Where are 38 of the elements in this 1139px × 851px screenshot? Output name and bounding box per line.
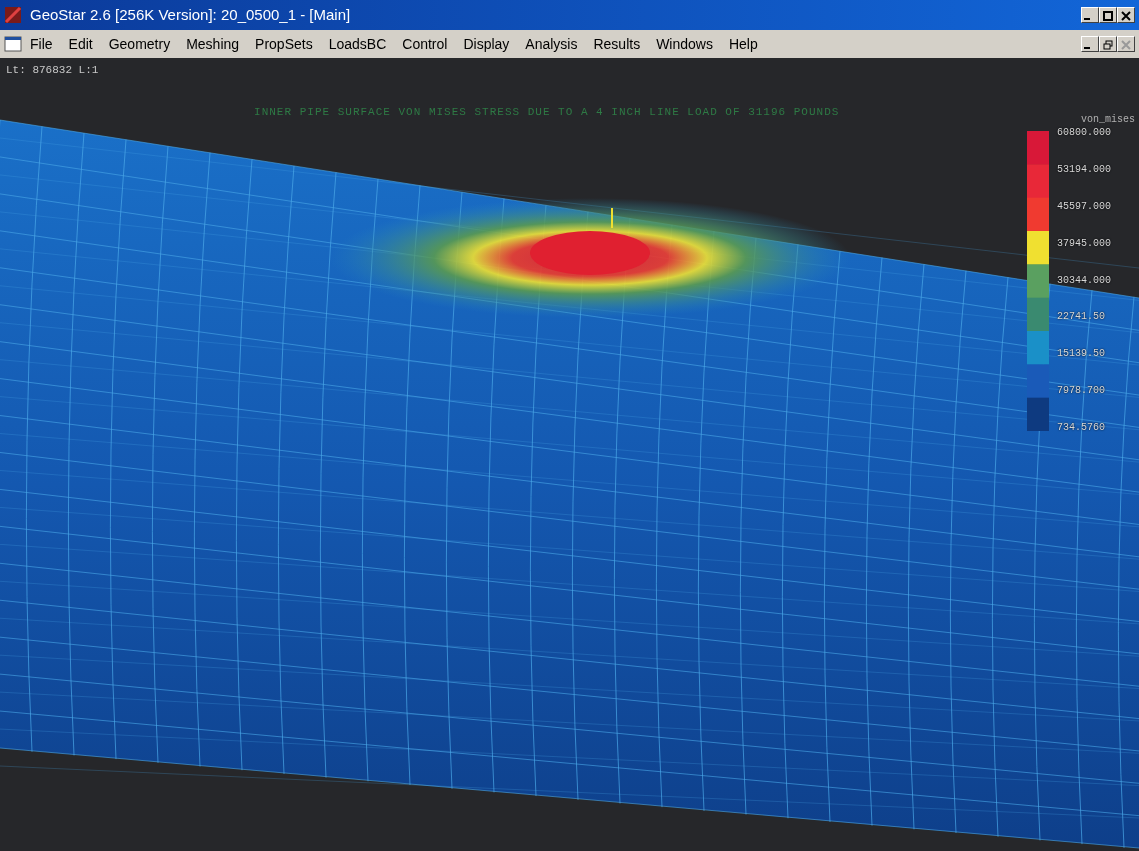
menu-item[interactable]: LoadsBC [320,33,395,55]
menu-item[interactable]: PropSets [247,33,321,55]
maximize-button[interactable] [1099,7,1117,23]
legend-value: 37945.000 [1057,236,1112,251]
status-line: Lt: 876832 L:1 [6,63,99,78]
legend-value: 30344.000 [1057,273,1112,288]
legend-value: 15139.50 [1057,347,1106,362]
maximize-icon [1103,10,1113,21]
restore-button[interactable] [1099,36,1117,52]
menu-item[interactable]: Display [455,33,518,55]
menu-item[interactable]: Meshing [178,33,248,55]
close-icon [1121,10,1131,21]
minimize-icon [1084,18,1090,20]
app-icon [4,6,22,24]
document-icon[interactable] [4,35,22,53]
plot-title: INNER PIPE SURFACE VON MISES STRESS DUE TO A 4 INCH LINE LOAD OF 31196 POUNDS [254,105,840,120]
menu-item[interactable]: Results [585,33,649,55]
minimize-button[interactable] [1081,7,1099,23]
restore-icon [1103,39,1113,50]
window-title: GeoStar 2.6 [256K Version]: 20_0500_1 - [Main] [30,4,352,25]
close-button[interactable] [1117,7,1135,23]
menu-item[interactable]: Geometry [100,33,179,55]
menu-item[interactable]: Control [394,33,456,55]
legend-value: 7978.700 [1057,384,1106,399]
legend-value: 60800.000 [1057,126,1112,140]
menu-item[interactable]: File [22,33,61,55]
menu-item[interactable]: Analysis [517,33,586,55]
close-icon [1121,39,1131,50]
legend-value: 22741.50 [1057,310,1106,325]
legend-value: 53194.000 [1057,162,1112,177]
minimize-icon [1084,47,1090,49]
menu-item[interactable]: Help [720,33,766,55]
legend-value: 734.5760 [1057,421,1106,435]
legend-title: von_mises [1080,113,1135,127]
menu-item[interactable]: Edit [60,33,101,55]
menu-item[interactable]: Windows [648,33,721,55]
minimize-button[interactable] [1081,36,1099,52]
legend-value: 45597.000 [1057,199,1112,214]
